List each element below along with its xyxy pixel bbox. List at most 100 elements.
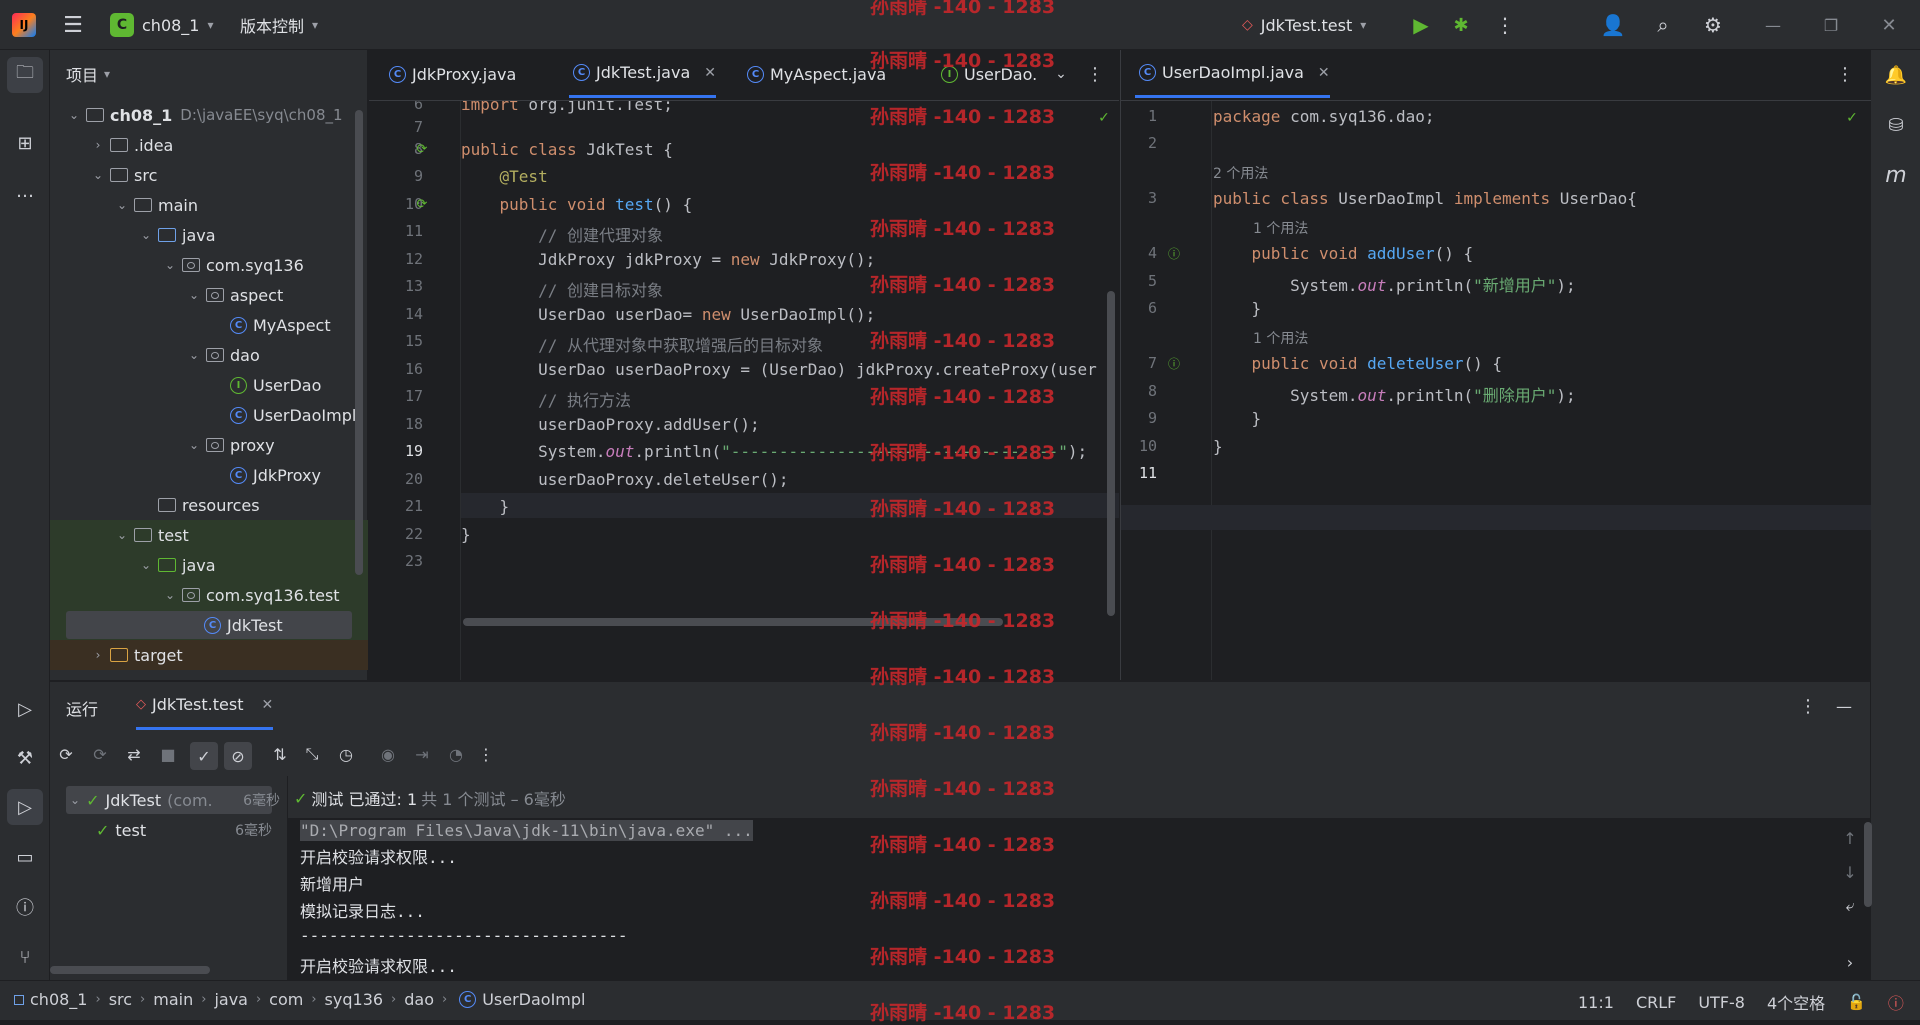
- show-passed-icon[interactable]: ✓: [190, 742, 218, 770]
- rerun-icon[interactable]: ⟳: [54, 742, 78, 766]
- history-icon[interactable]: ◷: [334, 742, 358, 766]
- tree-item[interactable]: ⌄ proxy: [50, 430, 368, 460]
- structure-tool-icon[interactable]: ⊞: [12, 130, 38, 156]
- debug-icon[interactable]: ✱: [1448, 12, 1474, 38]
- tree-item[interactable]: ⌄ com.syq136.test: [50, 580, 368, 610]
- build-icon[interactable]: ⚒: [12, 745, 38, 771]
- coverage-icon[interactable]: ◔: [444, 742, 468, 766]
- more-icon[interactable]: ⋮: [474, 742, 498, 766]
- vertical-scrollbar[interactable]: [1107, 291, 1115, 616]
- main-menu-icon[interactable]: ☰: [60, 12, 86, 38]
- code-area-right[interactable]: ✓ 1 package com.syq136.dao; 2 2 个用法 3 pu…: [1121, 101, 1871, 680]
- tab-jdktest[interactable]: C JdkTest.java ✕: [569, 50, 716, 98]
- terminal-icon[interactable]: ▭: [12, 844, 38, 870]
- breadcrumb-item[interactable]: java: [214, 990, 248, 1009]
- more-icon[interactable]: ⋮: [1796, 694, 1820, 718]
- problems-icon[interactable]: ⓘ: [12, 894, 38, 920]
- tree-item[interactable]: C JdkProxy: [50, 460, 368, 490]
- breadcrumb-item[interactable]: dao: [404, 990, 434, 1009]
- tree-item[interactable]: › .idea: [50, 130, 368, 160]
- chevron-right-icon[interactable]: ›: [1840, 952, 1860, 972]
- breadcrumb-item[interactable]: ch08_1: [30, 990, 87, 1009]
- more-actions-icon[interactable]: ⋮: [1492, 12, 1518, 38]
- run-tool-icon[interactable]: ▷: [7, 789, 43, 825]
- test-tree-row[interactable]: ✓ test 6毫秒: [96, 820, 272, 840]
- tree-item[interactable]: › target: [50, 640, 368, 670]
- arrow-down-icon[interactable]: ↓: [1840, 862, 1860, 882]
- services-icon[interactable]: ▷: [12, 696, 38, 722]
- git-icon[interactable]: ⑂: [12, 944, 38, 970]
- vcs-selector[interactable]: 版本控制 ▾: [240, 10, 318, 40]
- notifications-icon[interactable]: 🔔: [1883, 62, 1909, 88]
- restore-icon[interactable]: ❐: [1818, 12, 1844, 38]
- breadcrumb-item[interactable]: src: [109, 990, 132, 1009]
- file-encoding[interactable]: UTF-8: [1698, 993, 1745, 1012]
- line-separator[interactable]: CRLF: [1636, 993, 1676, 1012]
- rerun-failed-icon[interactable]: ⟳: [88, 742, 112, 766]
- close-icon[interactable]: ✕: [704, 65, 716, 81]
- tree-item-selected[interactable]: C JdkTest: [50, 610, 368, 640]
- search-icon[interactable]: ⌕: [1650, 12, 1676, 38]
- hide-panel-icon[interactable]: —: [1832, 694, 1856, 718]
- tree-item[interactable]: resources: [50, 490, 368, 520]
- usage-hint[interactable]: 1 个用法: [1253, 218, 1308, 238]
- settings-icon[interactable]: ⚙: [1700, 12, 1726, 38]
- screenshot-icon[interactable]: ◉: [376, 742, 400, 766]
- run-test-gutter-icon[interactable]: ⟳: [413, 140, 431, 158]
- implements-gutter-icon[interactable]: ⓘ: [1165, 354, 1183, 372]
- tree-item[interactable]: ⌄ aspect: [50, 280, 368, 310]
- tree-item[interactable]: ⌄ test: [50, 520, 368, 550]
- more-icon[interactable]: ⋮: [1083, 62, 1107, 86]
- show-ignored-icon[interactable]: ⊘: [224, 742, 252, 770]
- usage-hint[interactable]: 1 个用法: [1253, 328, 1308, 348]
- tree-item[interactable]: ⌄ java: [50, 220, 368, 250]
- more-icon[interactable]: ⋮: [1833, 62, 1857, 86]
- scrollbar[interactable]: [1864, 822, 1872, 907]
- soft-wrap-icon[interactable]: ⤶: [1840, 896, 1860, 916]
- tree-root[interactable]: ⌄ ch08_1 D:\javaEE\syq\ch08_1: [50, 100, 368, 130]
- run-icon[interactable]: ▶: [1408, 12, 1434, 38]
- tree-item[interactable]: ⌄ main: [50, 190, 368, 220]
- run-tab[interactable]: ◇ JdkTest.test ✕: [136, 682, 274, 730]
- project-selector[interactable]: C ch08_1 ▾: [110, 10, 214, 40]
- lock-icon[interactable]: 🔓: [1847, 993, 1866, 1011]
- sort-icon[interactable]: ⇅: [268, 742, 292, 766]
- tab-myaspect[interactable]: C MyAspect.java: [743, 50, 886, 98]
- database-icon[interactable]: ⛁: [1883, 112, 1909, 138]
- tab-jdkproxy[interactable]: C JdkProxy.java: [385, 50, 516, 98]
- caret-position[interactable]: 11:1: [1578, 993, 1614, 1012]
- tree-item[interactable]: C UserDaoImpl: [50, 400, 368, 430]
- close-window-icon[interactable]: ✕: [1876, 12, 1902, 38]
- tree-item[interactable]: ⌄ src: [50, 160, 368, 190]
- error-icon[interactable]: ⓘ: [1888, 990, 1904, 1014]
- project-panel-header[interactable]: 项目 ▾: [66, 62, 110, 86]
- collapse-icon[interactable]: ⤡: [300, 742, 324, 766]
- tree-item[interactable]: C MyAspect: [50, 310, 368, 340]
- toggle-auto-test-icon[interactable]: ⇄: [122, 742, 146, 766]
- import-icon[interactable]: ⇥: [410, 742, 434, 766]
- more-tools-icon[interactable]: …: [12, 178, 38, 204]
- breadcrumb-item[interactable]: main: [153, 990, 193, 1009]
- tree-item[interactable]: ⌄ java: [50, 550, 368, 580]
- breadcrumb-item[interactable]: syq136: [325, 990, 384, 1009]
- console[interactable]: "D:\Program Files\Java\jdk-11\bin\java.e…: [288, 818, 1872, 981]
- stop-icon[interactable]: ■: [156, 742, 180, 766]
- tree-item[interactable]: I UserDao: [50, 370, 368, 400]
- arrow-up-icon[interactable]: ↑: [1840, 828, 1860, 848]
- close-icon[interactable]: ✕: [261, 697, 273, 713]
- tree-item[interactable]: ⌄ com.syq136: [50, 250, 368, 280]
- breadcrumb-item[interactable]: UserDaoImpl: [482, 990, 585, 1009]
- test-tree-row[interactable]: ⌄ ✓ JdkTest (com. 6毫秒: [70, 790, 280, 810]
- run-config-selector[interactable]: ◇ JdkTest.test ▾: [1242, 10, 1366, 40]
- usage-hint[interactable]: 2 个用法: [1213, 163, 1268, 183]
- tree-item[interactable]: ⌄ dao: [50, 340, 368, 370]
- project-tool-icon[interactable]: 🗀: [7, 57, 43, 93]
- minimize-icon[interactable]: —: [1760, 12, 1786, 38]
- maven-icon[interactable]: m: [1883, 162, 1909, 188]
- close-icon[interactable]: ✕: [1318, 65, 1330, 81]
- tab-userdaoimpl[interactable]: C UserDaoImpl.java ✕: [1135, 50, 1330, 98]
- run-test-gutter-icon[interactable]: ⟳: [413, 195, 431, 213]
- scrollbar[interactable]: [355, 110, 363, 575]
- scrollbar[interactable]: [50, 966, 210, 974]
- indent-setting[interactable]: 4个空格: [1767, 990, 1825, 1014]
